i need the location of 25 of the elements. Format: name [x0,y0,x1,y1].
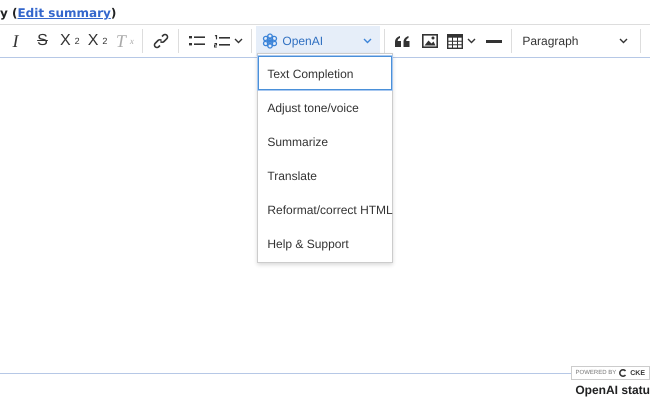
caret-icon [363,38,372,44]
openai-dropdown[interactable]: OpenAI [256,26,380,56]
status-text: OpenAI statu [575,383,650,397]
bulleted-list-icon [188,35,205,47]
table-icon [447,34,464,48]
format-button[interactable]: S [29,27,56,55]
ring-logo-icon [619,369,628,377]
menu-item[interactable]: Adjust tone/voice [258,90,392,124]
caret-icon [234,38,244,44]
flower-logo-icon [262,33,278,49]
menu-item[interactable]: Help & Support [258,226,392,260]
menu-item[interactable]: Translate [258,158,392,192]
edit-summary-link[interactable]: Edit summary [17,6,111,20]
link-icon [152,33,169,49]
heading-dropdown[interactable]: Paragraph [516,26,636,56]
summary-text: y (Edit summary) [0,5,118,22]
image-icon [422,34,438,48]
format-button[interactable]: I [2,27,29,55]
quote-icon [395,36,410,46]
caret-icon [467,38,476,44]
caret-icon [619,38,628,44]
menu-item[interactable]: Reformat/correct HTML [258,192,392,226]
menu-item[interactable]: Summarize [258,124,392,158]
menu-item[interactable]: Text Completion [258,56,392,90]
numbered-list-icon [214,34,230,48]
